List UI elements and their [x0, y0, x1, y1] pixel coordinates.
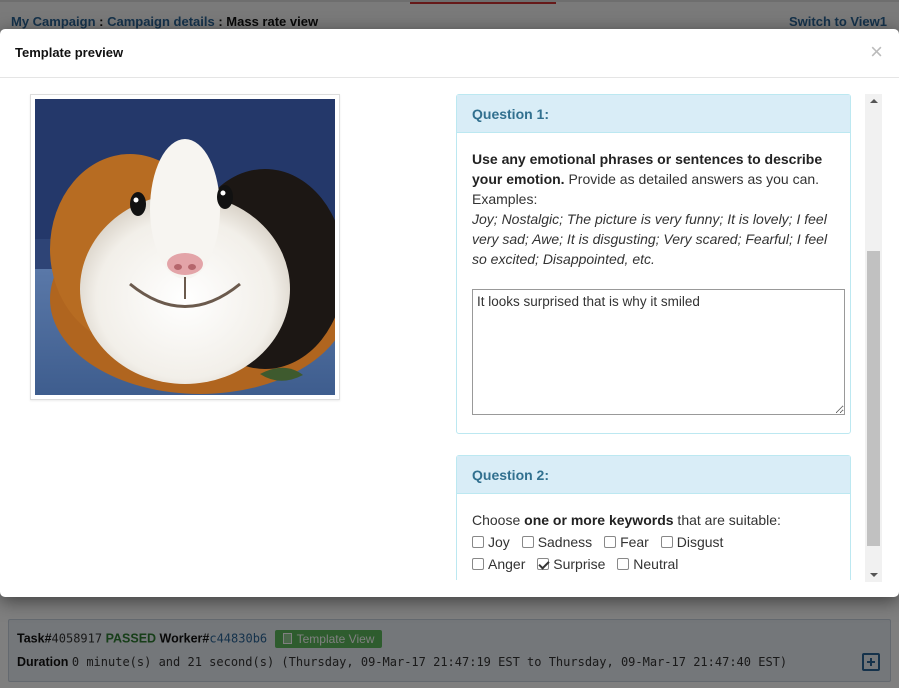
questions-scroll-area[interactable]: Question 1: Use any emotional phrases or… [456, 94, 852, 580]
question-1-panel: Question 1: Use any emotional phrases or… [456, 94, 851, 434]
vertical-scrollbar[interactable] [865, 94, 882, 582]
scroll-down-arrow-icon[interactable] [865, 568, 882, 582]
checkbox[interactable] [472, 536, 484, 548]
scroll-up-arrow-icon[interactable] [865, 94, 882, 108]
checkbox[interactable] [617, 558, 630, 570]
template-preview-modal: Template preview × Question 1: Use any e… [0, 29, 899, 597]
question-1-heading: Question 1: [457, 95, 850, 133]
keyword-surprise[interactable]: Surprise [537, 554, 605, 574]
keywords-row-1: Joy Sadness Fear Disgust [472, 532, 835, 552]
question-2-panel: Question 2: Choose one or more keywords … [456, 455, 851, 580]
checkbox[interactable] [472, 558, 484, 570]
scrollbar-thumb[interactable] [867, 251, 880, 546]
checkbox[interactable] [604, 536, 617, 548]
guinea-pig-photo [30, 94, 350, 400]
photo-image [35, 99, 350, 395]
keyword-fear[interactable]: Fear [604, 532, 649, 552]
keyword-anger[interactable]: Anger [472, 554, 525, 574]
answer-textarea[interactable]: It looks surprised that is why it smiled [472, 289, 845, 415]
checkbox[interactable] [521, 536, 534, 548]
question-1-instruction: Use any emotional phrases or sentences t… [472, 151, 823, 187]
checkbox[interactable] [660, 536, 673, 548]
keywords-row-2: Anger Surprise Neutral [472, 554, 835, 574]
examples-list: Joy; Nostalgic; The picture is very funn… [472, 211, 828, 267]
close-icon[interactable]: × [870, 41, 883, 63]
keyword-joy[interactable]: Joy [472, 532, 510, 552]
question-2-heading: Question 2: [457, 456, 850, 494]
keyword-neutral[interactable]: Neutral [617, 554, 678, 574]
modal-title: Template preview [15, 45, 124, 60]
checkbox-checked[interactable] [537, 558, 550, 570]
question-2-prompt: Choose one or more keywords that are sui… [472, 512, 781, 528]
modal-header: Template preview × [0, 29, 899, 78]
keyword-disgust[interactable]: Disgust [660, 532, 723, 552]
keyword-sadness[interactable]: Sadness [521, 532, 592, 552]
modal-body: Question 1: Use any emotional phrases or… [0, 78, 899, 596]
